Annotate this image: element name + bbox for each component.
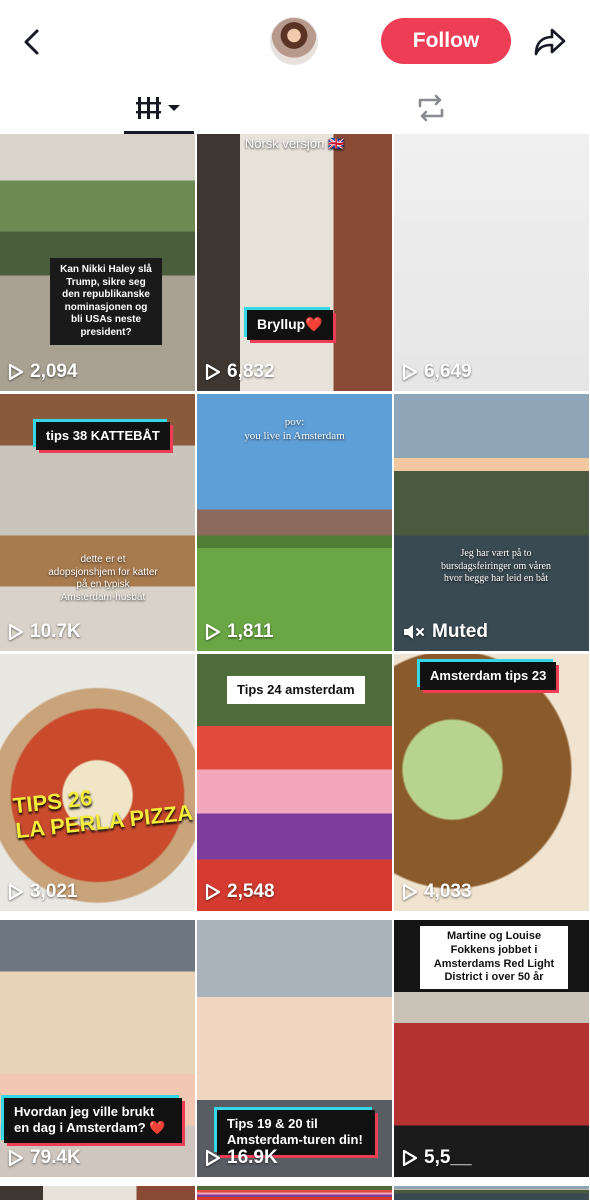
video-caption: TIPS 26 LA PERLA PIZZA: [11, 785, 195, 844]
view-count-text: 2,548: [227, 881, 275, 902]
video-tile[interactable]: Martine og Louise Fokkens jobbet i Amste…: [394, 920, 589, 1177]
play-icon: [402, 363, 418, 381]
avatar[interactable]: [270, 17, 318, 65]
video-caption: Bryllup❤️: [247, 310, 333, 340]
view-count-text: 16.9K: [227, 1147, 278, 1168]
video-caption: Tips 24 amsterdam: [227, 676, 365, 705]
play-icon: [8, 883, 24, 901]
video-tile[interactable]: Tips 19 & 20 til Amsterdam-turen din! 16…: [197, 920, 392, 1177]
video-tile[interactable]: Tips 24 amsterdam 2,548: [197, 654, 392, 911]
back-button[interactable]: [12, 22, 52, 62]
view-count: 16.9K: [205, 1147, 278, 1169]
view-count-text: 3,021: [30, 881, 78, 902]
view-count: 6,832: [205, 361, 275, 383]
view-count-text: 4,033: [424, 881, 472, 902]
view-count-text: 6,832: [227, 361, 275, 382]
video-tile[interactable]: [394, 1186, 589, 1200]
video-grid: Kan Nikki Haley slå Trump, sikre seg den…: [0, 134, 590, 1200]
video-tile[interactable]: pov: you live in Amsterdam 1,811: [197, 394, 392, 651]
view-count-text: 6,649: [424, 361, 472, 382]
view-count-text: 10.7K: [30, 621, 81, 642]
video-caption: pov: you live in Amsterdam: [244, 416, 345, 442]
muted-speaker-icon: [404, 625, 424, 639]
grid-dropdown-icon: [136, 97, 180, 119]
tab-reposts[interactable]: [396, 82, 466, 134]
view-count: 2,548: [205, 881, 275, 903]
video-caption: tips 38 KATTEBÅT: [36, 422, 170, 451]
view-count-text: 1,811: [227, 621, 274, 642]
view-count: 1,811: [205, 621, 274, 643]
share-button[interactable]: [530, 22, 570, 62]
play-icon: [205, 623, 221, 641]
view-count-text: 2,094: [30, 361, 78, 382]
play-icon: [8, 623, 24, 641]
play-icon: [205, 883, 221, 901]
muted-text: Muted: [432, 621, 488, 642]
video-tile[interactable]: Kan Nikki Haley slå Trump, sikre seg den…: [0, 134, 195, 391]
play-icon: [205, 363, 221, 381]
view-count: 10.7K: [8, 621, 81, 643]
view-count-text: 5,5__: [424, 1147, 472, 1168]
profile-header: Follow: [0, 0, 590, 82]
video-tile[interactable]: [0, 1186, 195, 1200]
video-caption: Kan Nikki Haley slå Trump, sikre seg den…: [50, 258, 162, 345]
video-caption: Martine og Louise Fokkens jobbet i Amste…: [420, 926, 568, 989]
video-tile[interactable]: 6,649: [394, 134, 589, 391]
video-tile[interactable]: TIPS 26 LA PERLA PIZZA 3,021: [0, 654, 195, 911]
view-count: 79.4K: [8, 1147, 81, 1169]
profile-tabs: [0, 82, 590, 134]
video-tile[interactable]: Norsk versjon 🇬🇧 Bryllup❤️ 6,832: [197, 134, 392, 391]
video-tile[interactable]: Amsterdam tips 23 4,033: [394, 654, 589, 911]
play-icon: [402, 1149, 418, 1167]
video-tile[interactable]: Hvordan jeg ville brukt en dag i Amsterd…: [0, 920, 195, 1177]
video-tile[interactable]: tips 38 KATTEBÅT dette er et adopsjonshj…: [0, 394, 195, 651]
video-sub-caption: dette er et adopsjonshjem for katter på …: [48, 554, 158, 603]
view-count: 6,649: [402, 361, 472, 383]
muted-indicator: Muted: [402, 621, 488, 643]
view-count: 5,5__: [402, 1147, 472, 1169]
share-arrow-icon: [534, 28, 566, 56]
video-caption: Amsterdam tips 23: [420, 662, 557, 691]
back-chevron-icon: [24, 29, 39, 55]
video-top-text: Norsk versjon 🇬🇧: [244, 136, 345, 151]
play-icon: [205, 1149, 221, 1167]
play-icon: [402, 883, 418, 901]
view-count-text: 79.4K: [30, 1147, 81, 1168]
video-tile[interactable]: Jeg har vært på to bursdagsfeiringer om …: [394, 394, 589, 651]
repost-icon: [418, 94, 444, 122]
video-tile[interactable]: [197, 1186, 392, 1200]
video-caption: Hvordan jeg ville brukt en dag i Amsterd…: [4, 1098, 182, 1143]
view-count: 4,033: [402, 881, 472, 903]
play-icon: [8, 363, 24, 381]
video-caption: Jeg har vært på to bursdagsfeiringer om …: [441, 548, 551, 584]
play-icon: [8, 1149, 24, 1167]
view-count: 3,021: [8, 881, 78, 903]
tab-videos[interactable]: [124, 82, 194, 134]
follow-button[interactable]: Follow: [381, 18, 511, 64]
view-count: 2,094: [8, 361, 78, 383]
